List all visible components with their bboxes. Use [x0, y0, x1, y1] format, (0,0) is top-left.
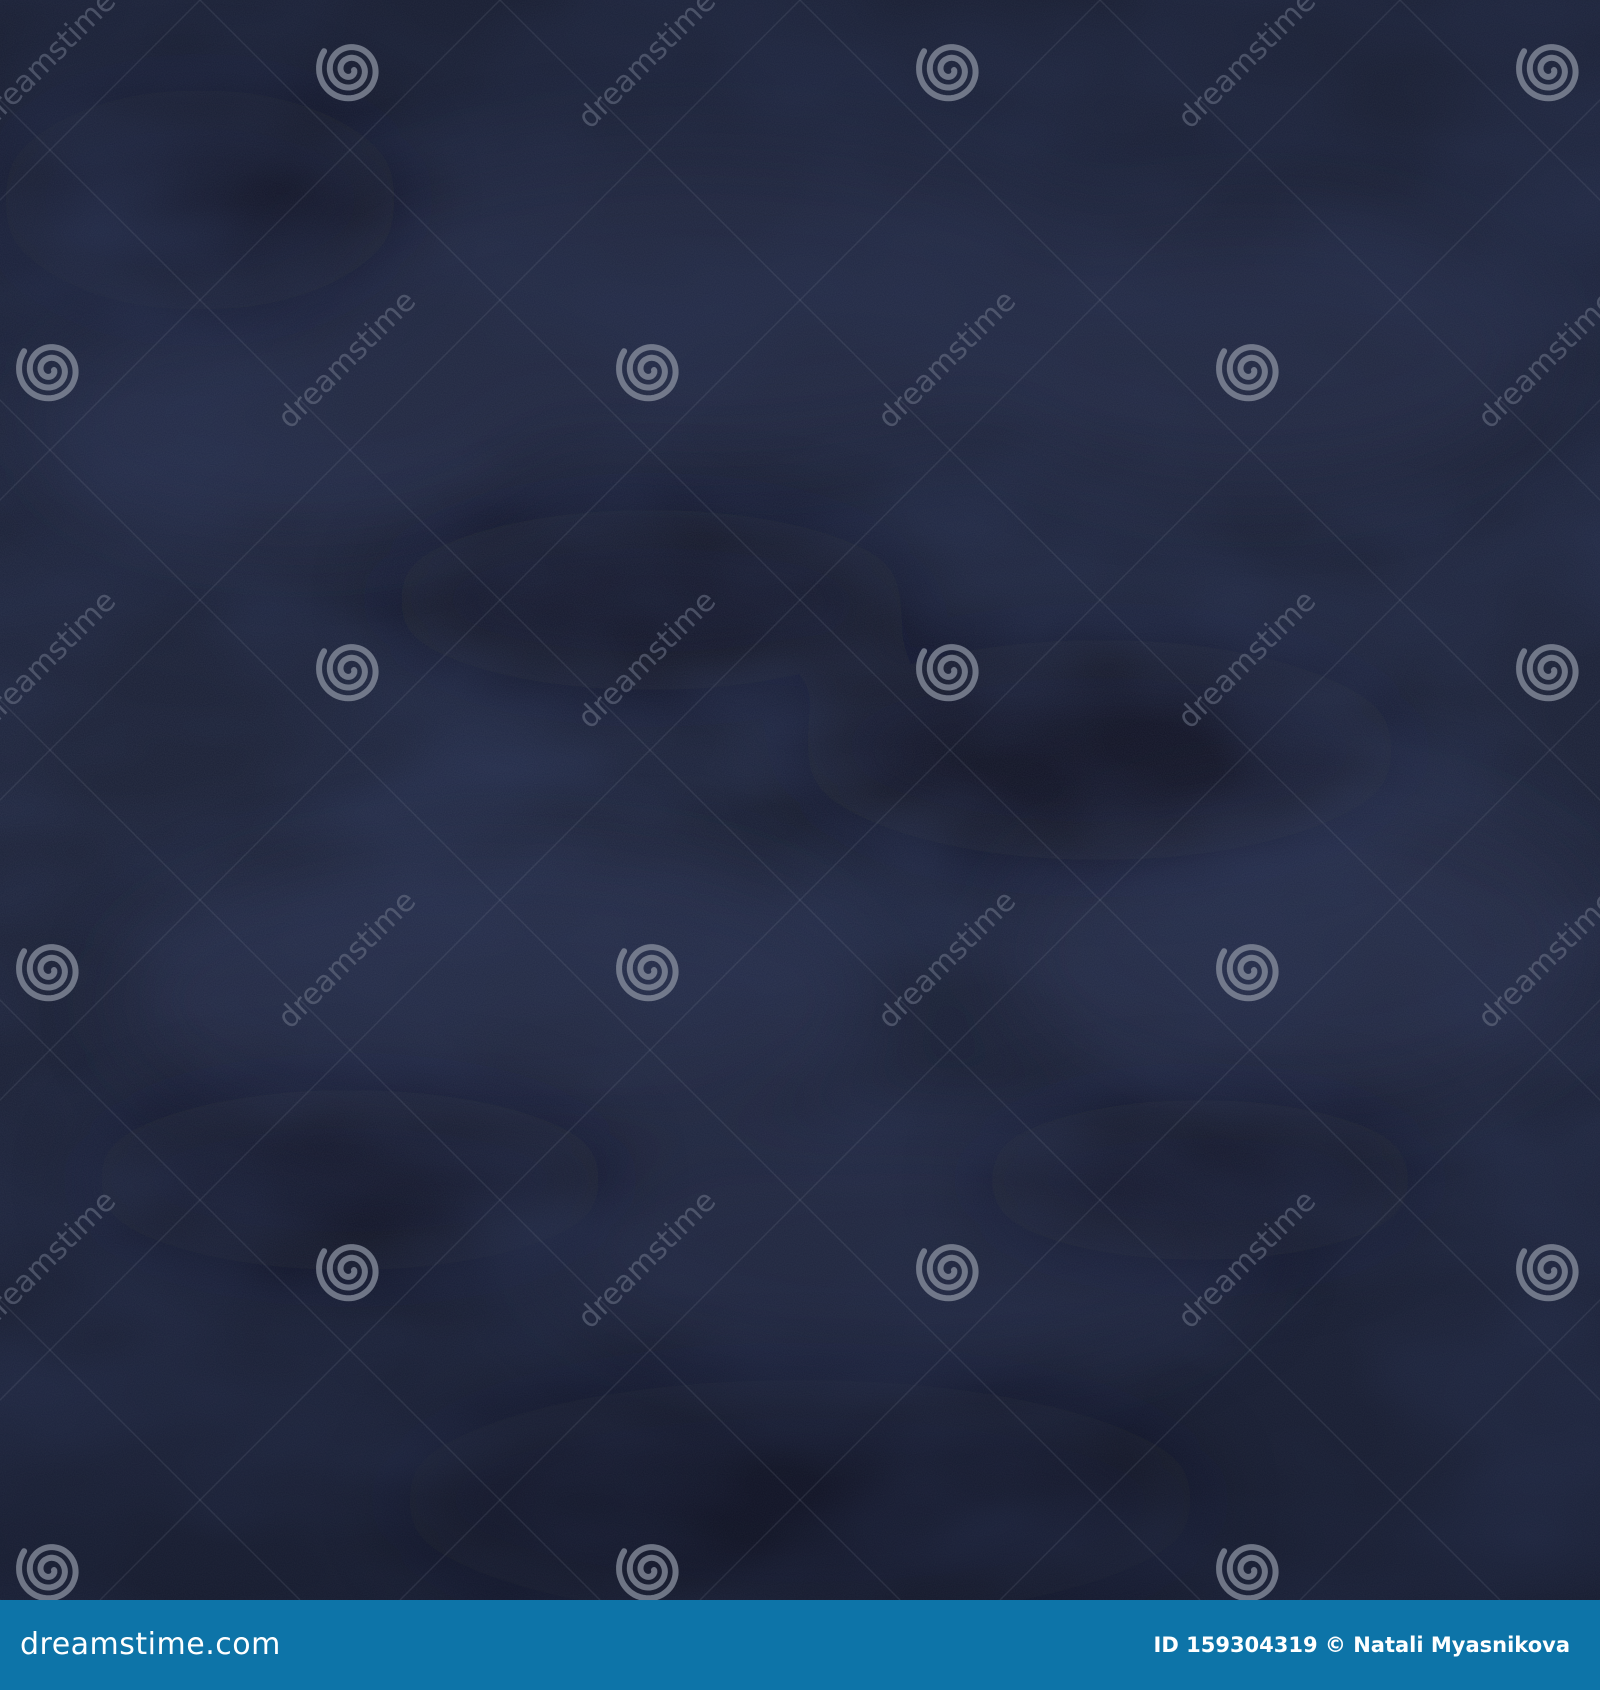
watercolor-texture: dreamstime dreamstime dreamstimedreamstime…	[0, 0, 1600, 1600]
texture-shade	[0, 0, 1600, 1600]
photo: dreamstime dreamstime dreamstime dreamstime…	[0, 0, 1600, 1600]
footer-image-credit: ID 159304319 © Natali Myasnikova	[1153, 1633, 1570, 1657]
footer-bar: dreamstime.com ID 159304319 © Natali Mya…	[0, 1600, 1600, 1690]
footer-site-name[interactable]: dreamstime.com	[20, 1600, 281, 1690]
